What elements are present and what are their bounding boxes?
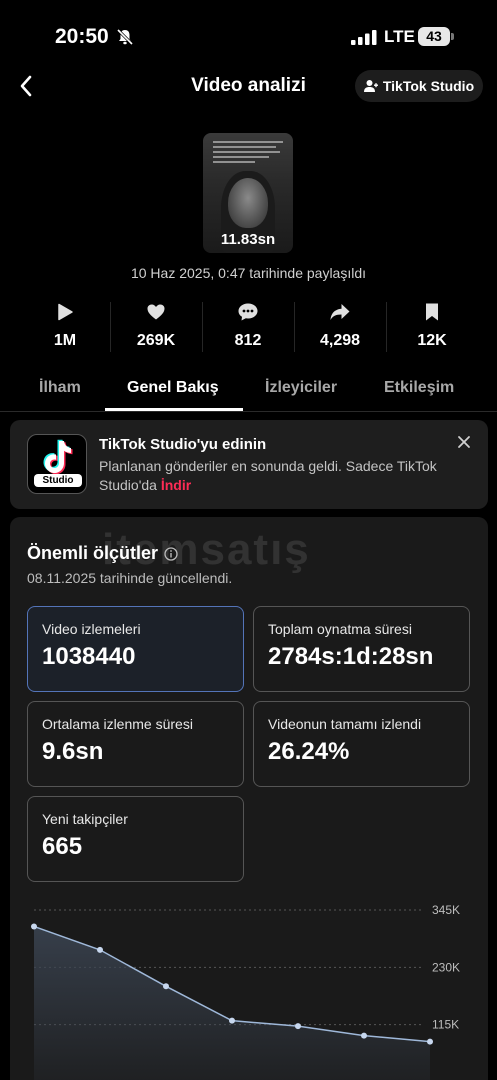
posted-date: 10 Haz 2025, 0:47 tarihinde paylaşıldı xyxy=(130,265,367,281)
metrics-title: Önemli ölçütler xyxy=(27,543,159,563)
metric-label: Yeni takipçiler xyxy=(42,811,128,827)
metrics-updated: 08.11.2025 tarihinde güncellendi. xyxy=(27,570,233,586)
bell-muted-icon xyxy=(116,28,134,46)
metric-label: Toplam oynatma süresi xyxy=(268,621,412,637)
area-fill xyxy=(34,926,430,1080)
metrics-title-row: Önemli ölçütler xyxy=(27,543,178,564)
metric-value: 9.6sn xyxy=(42,738,104,765)
stat-saves-value: 12K xyxy=(417,332,447,349)
stat-shares: 4,298 xyxy=(295,298,385,350)
metric-label: Ortalama izlenme süresi xyxy=(42,716,193,732)
metric-new-followers[interactable]: Yeni takipçiler 665 xyxy=(27,796,244,882)
tiktok-studio-button[interactable]: TikTok Studio xyxy=(355,70,483,102)
tiktok-studio-label: TikTok Studio xyxy=(382,78,475,94)
play-icon xyxy=(58,303,73,321)
stat-shares-value: 4,298 xyxy=(319,332,361,349)
metric-label: Video izlemeleri xyxy=(42,621,141,637)
data-point xyxy=(361,1032,367,1039)
data-point xyxy=(31,923,37,930)
metric-value: 2784s:1d:28sn xyxy=(268,643,434,670)
metric-value: 26.24% xyxy=(268,738,350,765)
user-plus-icon xyxy=(363,80,378,92)
tab-izleyiciler[interactable]: İzleyiciler xyxy=(265,379,337,397)
metric-value: 1038440 xyxy=(42,643,136,670)
video-duration: 11.83sn xyxy=(220,231,276,248)
stat-comments-value: 812 xyxy=(234,332,262,349)
download-link[interactable]: İndir xyxy=(161,477,191,493)
battery-tip xyxy=(451,33,454,40)
status-time: 20:50 xyxy=(55,25,109,48)
stat-likes: 269K xyxy=(111,298,201,350)
metric-value: 665 xyxy=(42,833,83,860)
bookmark-icon xyxy=(426,303,438,321)
metric-full-watch-rate[interactable]: Videonun tamamı izlendi 26.24% xyxy=(253,701,470,787)
tiktok-studio-logo: Studio xyxy=(27,434,87,494)
data-point xyxy=(295,1023,301,1030)
thumbnail-face xyxy=(228,178,268,228)
network-type: LTE xyxy=(384,27,415,46)
heart-icon xyxy=(147,304,165,320)
thumbnail-caption-lines xyxy=(213,141,283,166)
active-tab-indicator xyxy=(105,408,243,411)
data-point xyxy=(163,983,169,990)
studio-promo-card[interactable]: Studio TikTok Studio'yu edinin Planlanan… xyxy=(10,420,488,509)
metric-total-watch-time[interactable]: Toplam oynatma süresi 2784s:1d:28sn xyxy=(253,606,470,692)
y-tick-label: 345K xyxy=(432,903,460,917)
promo-description-text: Planlanan gönderiler en sonunda geldi. S… xyxy=(99,458,437,493)
views-chart: 345K 230K 115K xyxy=(31,903,460,1080)
data-point xyxy=(427,1038,433,1045)
status-bar: 20:50 LTE 43 xyxy=(0,0,497,72)
tab-etkilesim[interactable]: Etkileşim xyxy=(384,379,454,397)
stat-views: 1M xyxy=(20,298,110,350)
promo-title: TikTok Studio'yu edinin xyxy=(99,436,267,453)
data-point xyxy=(229,1017,235,1024)
metric-average-watch-time[interactable]: Ortalama izlenme süresi 9.6sn xyxy=(27,701,244,787)
stat-comments: 812 xyxy=(203,298,293,350)
stat-likes-value: 269K xyxy=(136,332,176,349)
share-icon xyxy=(330,304,350,320)
comment-icon xyxy=(238,303,258,321)
tab-ilham[interactable]: İlham xyxy=(39,379,81,397)
signal-icon xyxy=(351,30,377,45)
tab-genel-bakis[interactable]: Genel Bakış xyxy=(127,379,219,397)
y-tick-label: 230K xyxy=(432,960,460,974)
metric-label: Videonun tamamı izlendi xyxy=(268,716,422,732)
stat-saves: 12K xyxy=(387,298,477,350)
promo-description: Planlanan gönderiler en sonunda geldi. S… xyxy=(99,457,444,495)
close-icon[interactable] xyxy=(456,434,472,450)
stat-views-value: 1M xyxy=(53,332,77,349)
data-point xyxy=(97,946,103,953)
metric-video-views[interactable]: Video izlemeleri 1038440 xyxy=(27,606,244,692)
y-tick-label: 115K xyxy=(432,1018,459,1032)
info-icon[interactable] xyxy=(164,546,178,561)
tab-bar: İlham Genel Bakış İzleyiciler Etkileşim xyxy=(0,370,497,412)
studio-tag: Studio xyxy=(34,474,82,487)
engagement-stats: 1M 269K 812 4,298 12K xyxy=(0,298,497,358)
battery-icon: 43 xyxy=(418,27,450,46)
